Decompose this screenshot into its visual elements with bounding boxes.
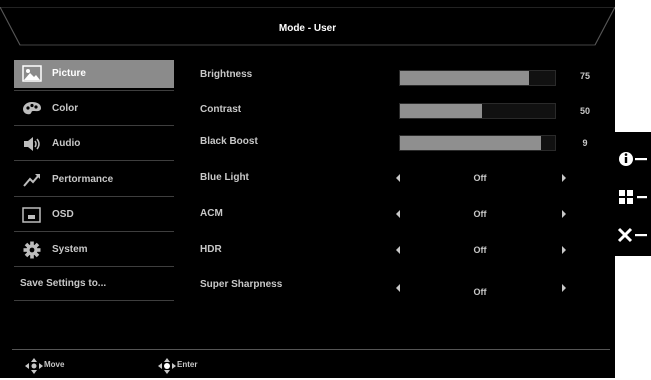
black-boost-label: Black Boost bbox=[200, 136, 258, 147]
hdr-prev-arrow-icon[interactable] bbox=[396, 246, 400, 254]
sidebar-divider bbox=[14, 196, 174, 197]
brightness-slider[interactable] bbox=[399, 70, 556, 86]
sidebar-item-label: Save Settings to... bbox=[20, 278, 107, 289]
sidebar-divider bbox=[14, 266, 174, 267]
performance-icon bbox=[22, 171, 42, 189]
contrast-slider-fill bbox=[400, 104, 483, 118]
sidebar-item-osd[interactable]: OSD bbox=[14, 201, 174, 229]
info-button[interactable] bbox=[615, 144, 651, 174]
monitor-osd-menu: Mode - User Picture Color Audio Pertorma… bbox=[0, 0, 615, 378]
sidebar-item-label: Pertormance bbox=[52, 174, 114, 185]
grid-icon bbox=[615, 190, 651, 216]
contrast-value: 50 bbox=[579, 106, 590, 116]
sidebar-item-label: Picture bbox=[52, 68, 86, 79]
blue-light-next-arrow-icon[interactable] bbox=[562, 174, 566, 182]
palette-icon bbox=[22, 100, 42, 118]
sidebar-item-color[interactable]: Color bbox=[14, 95, 174, 123]
black-boost-value: 9 bbox=[582, 138, 588, 148]
blue-light-prev-arrow-icon[interactable] bbox=[396, 174, 400, 182]
sidebar-item-system[interactable]: System bbox=[14, 236, 174, 264]
blue-light-label: Blue Light bbox=[200, 172, 249, 183]
sidebar-divider bbox=[14, 300, 174, 301]
super-sharpness-next-arrow-icon[interactable] bbox=[562, 284, 566, 292]
contrast-slider[interactable] bbox=[399, 103, 556, 119]
osd-icon bbox=[22, 206, 42, 224]
page-title: Mode - User bbox=[278, 23, 337, 34]
acm-value: Off bbox=[473, 209, 487, 219]
footer-divider bbox=[12, 349, 610, 350]
footer-move-label: Move bbox=[44, 360, 65, 369]
enter-dpad-icon bbox=[157, 357, 177, 380]
hdr-next-arrow-icon[interactable] bbox=[562, 246, 566, 254]
sidebar-divider bbox=[14, 160, 174, 161]
brightness-slider-fill bbox=[400, 71, 529, 85]
super-sharpness-value: Off bbox=[473, 287, 487, 297]
footer-enter-label: Enter bbox=[177, 360, 198, 369]
sidebar-item-save-settings[interactable]: Save Settings to... bbox=[14, 270, 174, 298]
contrast-label: Contrast bbox=[200, 104, 242, 115]
sidebar-item-audio[interactable]: Audio bbox=[14, 130, 174, 158]
sidebar-item-performance[interactable]: Pertormance bbox=[14, 166, 174, 194]
gear-icon bbox=[22, 241, 42, 259]
osd-header: Mode - User bbox=[0, 7, 615, 47]
sidebar-divider bbox=[14, 231, 174, 232]
info-icon bbox=[615, 152, 651, 178]
sidebar-divider bbox=[14, 90, 174, 91]
close-icon bbox=[615, 227, 651, 254]
hdr-value: Off bbox=[473, 245, 487, 255]
sidebar-item-label: Audio bbox=[52, 138, 81, 149]
close-button[interactable] bbox=[615, 220, 651, 250]
acm-next-arrow-icon[interactable] bbox=[562, 210, 566, 218]
menu-button[interactable] bbox=[615, 182, 651, 212]
speaker-icon bbox=[22, 135, 42, 153]
sidebar-item-label: Color bbox=[52, 103, 79, 114]
black-boost-slider-fill bbox=[400, 136, 542, 150]
sidebar-item-picture[interactable]: Picture bbox=[14, 60, 174, 88]
acm-label: ACM bbox=[200, 208, 223, 219]
sidebar-item-label: System bbox=[52, 244, 88, 255]
super-sharpness-prev-arrow-icon[interactable] bbox=[396, 284, 400, 292]
hdr-label: HDR bbox=[200, 244, 222, 255]
brightness-label: Brightness bbox=[200, 69, 253, 80]
brightness-value: 75 bbox=[579, 71, 590, 81]
navigation-dpad-icon bbox=[24, 357, 44, 380]
sidebar-item-label: OSD bbox=[52, 209, 74, 220]
sidebar-divider bbox=[14, 125, 174, 126]
blue-light-value: Off bbox=[473, 173, 487, 183]
hotkey-panel bbox=[615, 132, 651, 256]
picture-icon bbox=[22, 65, 42, 83]
black-boost-slider[interactable] bbox=[399, 135, 556, 151]
super-sharpness-label: Super Sharpness bbox=[200, 279, 283, 290]
acm-prev-arrow-icon[interactable] bbox=[396, 210, 400, 218]
